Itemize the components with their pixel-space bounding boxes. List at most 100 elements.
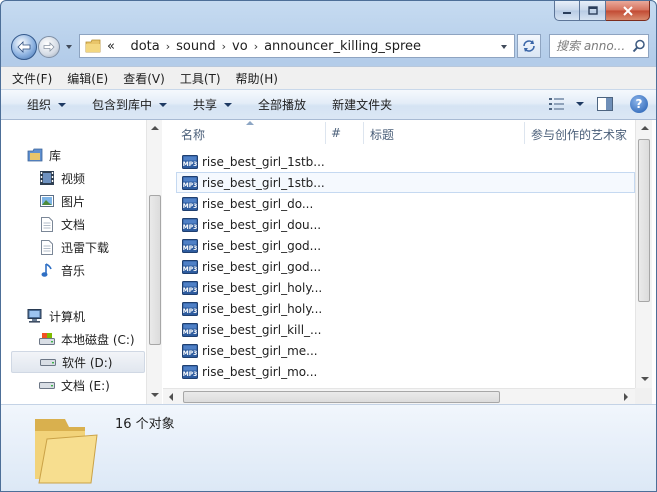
column-divider[interactable] bbox=[325, 122, 326, 144]
nav-item-pictures[interactable]: 图片 bbox=[39, 190, 85, 212]
nav-item-label: 库 bbox=[49, 148, 62, 163]
search-icon[interactable] bbox=[632, 39, 646, 53]
menu-view[interactable]: 查看(V) bbox=[123, 70, 165, 87]
menu-help[interactable]: 帮助(H) bbox=[236, 70, 278, 87]
nav-item-label: 计算机 bbox=[49, 309, 86, 324]
include-in-library-button[interactable]: 包含到库中 bbox=[92, 96, 168, 113]
folder-icon bbox=[35, 419, 98, 484]
search-input[interactable] bbox=[556, 39, 630, 53]
scroll-left-icon[interactable] bbox=[168, 393, 174, 401]
back-arrow-icon bbox=[17, 41, 31, 53]
file-name: rise_best_girl_1stb... bbox=[202, 154, 325, 169]
column-divider[interactable] bbox=[524, 122, 525, 144]
share-button[interactable]: 共享 bbox=[193, 96, 233, 113]
svg-text:MP3: MP3 bbox=[183, 182, 198, 189]
nav-item-videos[interactable]: 视频 bbox=[39, 167, 85, 189]
change-view-button[interactable] bbox=[544, 94, 570, 114]
recent-pages-dropdown-icon[interactable] bbox=[65, 43, 73, 51]
scroll-up-icon[interactable] bbox=[641, 125, 649, 131]
breadcrumb-separator[interactable]: › bbox=[166, 40, 170, 53]
horizontal-scrollbar[interactable] bbox=[163, 388, 635, 404]
help-button[interactable]: ? bbox=[630, 95, 648, 113]
new-folder-button[interactable]: 新建文件夹 bbox=[332, 96, 392, 113]
nav-item-drive-e[interactable]: 文档 (E:) bbox=[39, 374, 110, 396]
back-button[interactable] bbox=[11, 34, 37, 60]
file-row[interactable]: MP3 rise_best_girl_dou... bbox=[179, 214, 635, 235]
forward-arrow-icon bbox=[43, 42, 55, 52]
play-all-button[interactable]: 全部播放 bbox=[258, 96, 306, 113]
file-row[interactable]: MP3 rise_best_girl_1stb... bbox=[179, 151, 635, 172]
preview-pane-button[interactable] bbox=[594, 94, 616, 114]
chevron-down-icon[interactable] bbox=[576, 101, 584, 107]
nav-item-library[interactable]: 库 bbox=[27, 144, 61, 166]
breadcrumb-separator[interactable]: › bbox=[254, 40, 258, 53]
svg-text:MP3: MP3 bbox=[183, 224, 198, 231]
column-divider[interactable] bbox=[363, 122, 364, 144]
file-row[interactable]: MP3 rise_best_girl_god... bbox=[179, 235, 635, 256]
item-count: 16 个对象 bbox=[115, 417, 175, 432]
file-row[interactable]: MP3 rise_best_girl_kill_... bbox=[179, 319, 635, 340]
refresh-button[interactable] bbox=[517, 34, 541, 58]
svg-text:MP3: MP3 bbox=[183, 350, 198, 357]
menu-tools[interactable]: 工具(T) bbox=[180, 70, 221, 87]
chevron-down-icon[interactable] bbox=[500, 43, 508, 51]
file-row-hovered[interactable]: MP3 rise_best_girl_1stb... bbox=[176, 172, 635, 193]
navigation-scrollbar[interactable] bbox=[146, 120, 162, 404]
file-row[interactable]: MP3 rise_best_girl_mo... bbox=[179, 361, 635, 382]
file-row[interactable]: MP3 rise_best_girl_do... bbox=[179, 193, 635, 214]
download-folder-icon bbox=[39, 239, 55, 255]
nav-item-music[interactable]: 音乐 bbox=[39, 259, 85, 281]
column-header-name[interactable]: 名称 bbox=[181, 126, 205, 142]
scroll-up-icon[interactable] bbox=[151, 125, 159, 131]
scroll-right-icon[interactable] bbox=[623, 393, 629, 401]
scrollbar-thumb[interactable] bbox=[149, 195, 161, 345]
scrollbar-thumb[interactable] bbox=[183, 391, 500, 403]
file-row[interactable]: MP3 rise_best_girl_god... bbox=[179, 256, 635, 277]
nav-item-drive-c[interactable]: 本地磁盘 (C:) bbox=[39, 328, 135, 350]
nav-item-label: 软件 (D:) bbox=[62, 355, 113, 370]
breadcrumb-separator[interactable]: › bbox=[222, 40, 226, 53]
sort-ascending-icon bbox=[246, 121, 254, 125]
scroll-down-icon[interactable] bbox=[641, 376, 649, 382]
folder-icon bbox=[85, 39, 101, 53]
nav-item-documents[interactable]: 文档 bbox=[39, 213, 85, 235]
nav-item-drive-d[interactable]: 软件 (D:) bbox=[11, 351, 145, 373]
file-row[interactable]: MP3 rise_best_girl_holy... bbox=[179, 277, 635, 298]
view-controls: ? bbox=[544, 94, 648, 114]
column-header-title[interactable]: 标题 bbox=[370, 126, 394, 142]
music-note-icon bbox=[39, 262, 55, 278]
close-button[interactable] bbox=[606, 1, 650, 21]
details-view-icon bbox=[549, 98, 564, 110]
minimize-button[interactable] bbox=[554, 1, 580, 21]
scroll-down-icon[interactable] bbox=[151, 392, 159, 398]
maximize-button[interactable] bbox=[580, 1, 606, 21]
breadcrumb-current[interactable]: announcer_killing_spree bbox=[264, 39, 421, 54]
nav-item-xunlei-downloads[interactable]: 迅雷下载 bbox=[39, 236, 109, 258]
breadcrumb-sound[interactable]: sound bbox=[176, 39, 215, 54]
details-pane: 16 个对象 bbox=[1, 404, 656, 491]
nav-item-label: 本地磁盘 (C:) bbox=[61, 332, 135, 347]
scrollbar-thumb[interactable] bbox=[638, 139, 650, 302]
nav-item-computer[interactable]: 计算机 bbox=[27, 305, 85, 327]
file-row[interactable]: MP3 rise_best_girl_holy... bbox=[179, 298, 635, 319]
nav-item-label: 视频 bbox=[61, 171, 86, 186]
address-bar[interactable]: « dota › sound › vo › announcer_killing_… bbox=[79, 34, 515, 58]
search-box[interactable] bbox=[549, 34, 649, 58]
file-name: rise_best_girl_dou... bbox=[202, 217, 322, 232]
nav-item-label: 迅雷下载 bbox=[61, 240, 110, 255]
column-header-contributing-artists[interactable]: 参与创作的艺术家 bbox=[531, 126, 627, 142]
menu-edit[interactable]: 编辑(E) bbox=[67, 70, 108, 87]
address-row: « dota › sound › vo › announcer_killing_… bbox=[1, 30, 656, 62]
vertical-scrollbar[interactable] bbox=[635, 120, 652, 388]
maximize-icon bbox=[587, 6, 598, 15]
help-icon: ? bbox=[635, 97, 643, 111]
file-name: rise_best_girl_1stb... bbox=[202, 175, 325, 190]
file-row[interactable]: MP3 rise_best_girl_me... bbox=[179, 340, 635, 361]
breadcrumb-dota[interactable]: dota bbox=[130, 39, 159, 54]
forward-button[interactable] bbox=[38, 36, 60, 58]
column-header-number[interactable]: # bbox=[331, 126, 341, 140]
menu-file[interactable]: 文件(F) bbox=[12, 70, 52, 87]
breadcrumb-vo[interactable]: vo bbox=[232, 39, 248, 54]
organize-button[interactable]: 组织 bbox=[27, 96, 67, 113]
address-overflow[interactable]: « bbox=[107, 39, 115, 54]
